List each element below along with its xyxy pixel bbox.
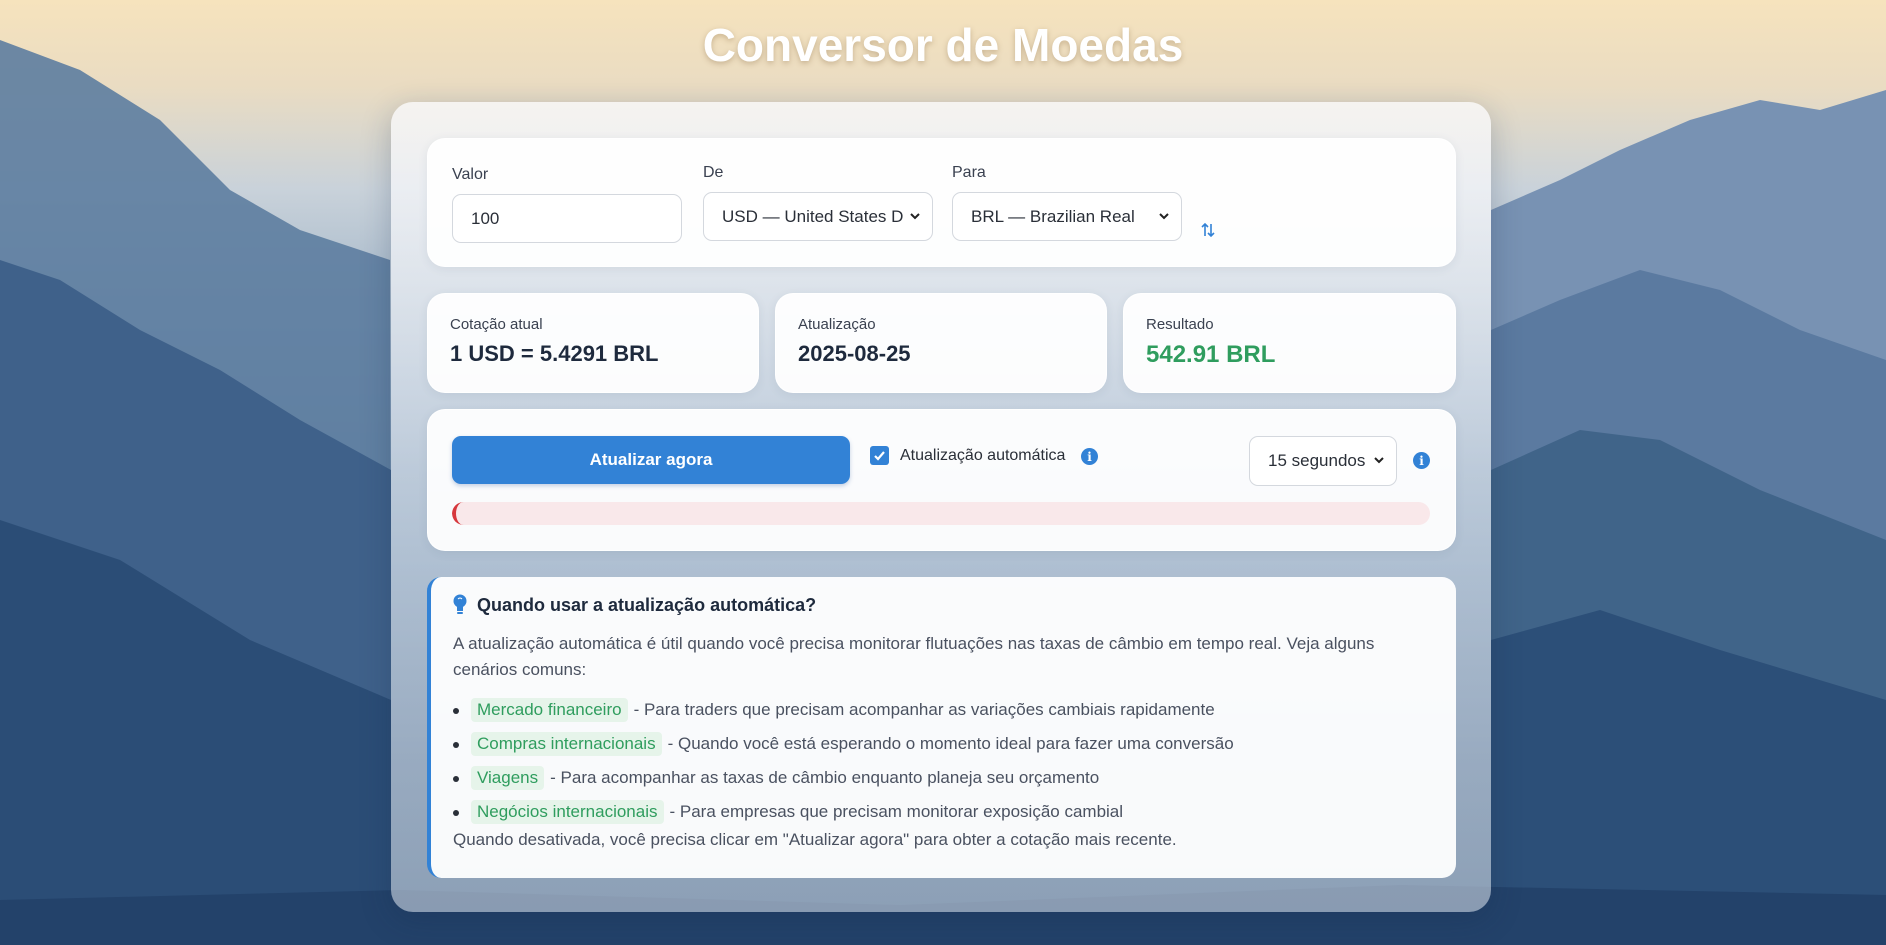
result-card: Resultado 542.91 BRL (1123, 293, 1456, 393)
result-label: Resultado (1146, 316, 1214, 333)
auto-update-progress-bar (452, 502, 1430, 525)
list-item: Viagens - Para acompanhar as taxas de câ… (453, 761, 1234, 795)
from-currency-select[interactable]: USD — United States D (703, 192, 933, 241)
tip-tag: Viagens (471, 766, 545, 790)
list-item: Mercado financeiro - Para traders que pr… (453, 693, 1234, 727)
chevron-down-icon (1159, 213, 1169, 220)
lightbulb-icon (453, 594, 467, 614)
rate-label: Cotação atual (450, 316, 543, 333)
tips-footer: Quando desativada, você precisa clicar e… (453, 830, 1177, 849)
amount-input[interactable]: 100 (452, 194, 682, 243)
from-label: De (703, 164, 724, 181)
list-item: Negócios internacionais - Para empresas … (453, 795, 1234, 829)
to-currency-value: BRL — Brazilian Real (971, 206, 1135, 226)
page-title: Conversor de Moedas (702, 19, 1184, 71)
tip-text: - Quando você está esperando o momento i… (667, 734, 1234, 753)
to-currency-select[interactable]: BRL — Brazilian Real (952, 192, 1182, 241)
chevron-down-icon (910, 213, 920, 220)
update-value: 2025-08-25 (798, 341, 911, 366)
auto-update-label: Atualização automática (900, 447, 1066, 464)
tip-tag: Negócios internacionais (471, 800, 664, 824)
swap-icon[interactable] (1201, 222, 1215, 238)
tip-text: - Para traders que precisam acompanhar a… (633, 700, 1215, 719)
info-icon[interactable]: i (1413, 452, 1430, 469)
rate-card: Cotação atual 1 USD = 5.4291 BRL (427, 293, 759, 393)
auto-update-checkbox[interactable] (870, 446, 889, 465)
info-icon[interactable]: i (1081, 448, 1098, 465)
rate-value: 1 USD = 5.4291 BRL (450, 341, 659, 366)
tip-tag: Mercado financeiro (471, 698, 628, 722)
interval-value: 15 segundos (1268, 451, 1366, 470)
amount-label: Valor (452, 166, 489, 183)
update-card: Atualização 2025-08-25 (775, 293, 1107, 393)
interval-select[interactable]: 15 segundos (1249, 436, 1397, 486)
list-item: Compras internacionais - Quando você est… (453, 727, 1234, 761)
checkmark-icon (874, 451, 885, 461)
chevron-down-icon (1374, 457, 1384, 464)
refresh-now-button[interactable]: Atualizar agora (452, 436, 850, 484)
tips-intro: A atualização automática é útil quando v… (453, 634, 1375, 679)
converter-form-card: Valor 100 De USD — United States D Para … (427, 138, 1456, 267)
from-currency-value: USD — United States D (722, 206, 904, 226)
tip-text: - Para acompanhar as taxas de câmbio enq… (550, 768, 1100, 787)
tip-tag: Compras internacionais (471, 732, 662, 756)
tips-card: Quando usar a atualização automática? A … (427, 577, 1456, 878)
tip-text: - Para empresas que precisam monitorar e… (669, 802, 1124, 821)
tips-list: Mercado financeiro - Para traders que pr… (453, 693, 1234, 829)
to-label: Para (952, 164, 986, 181)
update-label: Atualização (798, 316, 876, 333)
tips-title: Quando usar a atualização automática? (477, 595, 817, 615)
result-value: 542.91 BRL (1146, 341, 1276, 368)
